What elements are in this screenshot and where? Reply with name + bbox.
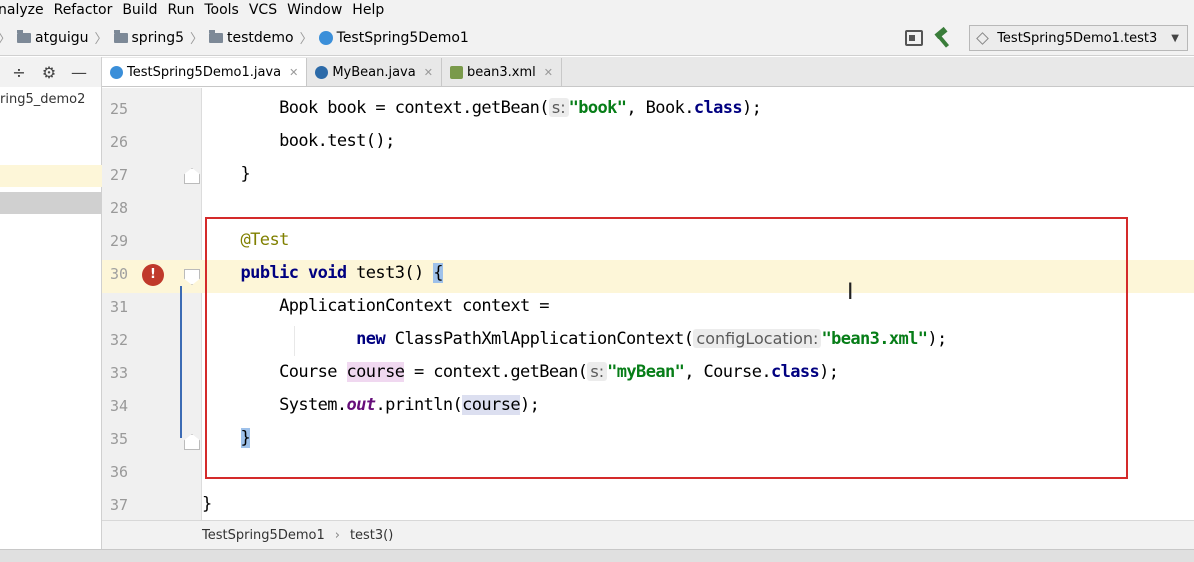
breadcrumb-class[interactable]: TestSpring5Demo1 <box>202 528 325 543</box>
line-number: 25 <box>110 100 129 118</box>
code-line-30: public void test3() { <box>240 263 443 283</box>
folder-icon <box>209 29 224 43</box>
menu-run[interactable]: Run <box>163 2 204 18</box>
line-number: 33 <box>110 364 129 382</box>
line-number: 35 <box>110 430 129 448</box>
nav-toolbar: TestSpring5Demo1.test3 ▼ <box>905 20 1194 56</box>
code-line-33: Course course = context.getBean(s: "myBea… <box>202 362 839 382</box>
code-line-25: Book book = context.getBean(s: "book", Bo… <box>202 98 762 118</box>
breadcrumb-separator: 〉 <box>0 28 11 47</box>
gear-icon[interactable]: ⚙ <box>38 63 60 82</box>
tab-testspring5demo1[interactable]: TestSpring5Demo1.java ✕ <box>102 58 308 86</box>
breadcrumb-label: spring5 <box>131 29 185 46</box>
menu-window[interactable]: Window <box>283 2 352 18</box>
line-number: 32 <box>110 331 129 349</box>
close-icon[interactable]: ✕ <box>544 66 553 79</box>
mouse-text-cursor-icon: I <box>847 280 854 305</box>
code-line-35: } <box>202 428 251 448</box>
project-panel: ring5_demo2 <box>0 87 102 549</box>
menu-build[interactable]: Build <box>118 2 167 18</box>
breadcrumb-spring5[interactable]: spring5 <box>113 29 185 46</box>
breadcrumb-label: TestSpring5Demo1 <box>336 29 469 46</box>
run-test-icon[interactable]: ! <box>142 264 164 286</box>
breadcrumb-method[interactable]: test3() <box>350 528 393 543</box>
line-number: 34 <box>110 397 129 415</box>
run-config-label: TestSpring5Demo1.test3 <box>997 30 1158 46</box>
fold-range-line <box>180 286 182 438</box>
menu-tools[interactable]: Tools <box>200 2 249 18</box>
editor-gutter: 25 26 27 28 29 30 31 32 33 34 35 36 37 ! <box>102 88 202 520</box>
tab-label: TestSpring5Demo1.java <box>127 64 282 80</box>
fold-end-icon[interactable] <box>184 434 200 450</box>
menu-refactor[interactable]: Refactor <box>50 2 123 18</box>
editor-breadcrumb: TestSpring5Demo1 › test3() <box>102 520 1194 549</box>
variable-usage-highlight: course <box>462 395 521 415</box>
menu-vcs[interactable]: VCS <box>245 2 287 18</box>
menu-help[interactable]: Help <box>348 2 394 18</box>
navigation-bar: 〉 atguigu 〉 spring5 〉 testdemo 〉 TestSpr… <box>0 20 1194 56</box>
project-panel-toolbar: ÷ ⚙ — <box>0 57 102 87</box>
code-editor[interactable]: Book book = context.getBean(s: "book", Bo… <box>202 88 1194 520</box>
project-highlight-row[interactable] <box>0 192 102 214</box>
line-number: 37 <box>110 496 129 514</box>
java-class-icon <box>315 65 329 79</box>
menu-bar: nalyze Refactor Build Run Tools VCS Wind… <box>0 0 1194 20</box>
tab-label: MyBean.java <box>332 64 416 80</box>
tab-mybean[interactable]: MyBean.java ✕ <box>307 58 442 86</box>
matched-brace: } <box>240 428 251 448</box>
close-icon[interactable]: ✕ <box>289 66 298 79</box>
code-line-27: } <box>202 164 251 184</box>
project-selected-row[interactable] <box>0 165 102 187</box>
chevron-down-icon: ▼ <box>1171 32 1179 44</box>
parameter-hint: s: <box>587 362 608 381</box>
project-root-item[interactable]: ring5_demo2 <box>0 92 85 107</box>
parameter-hint: configLocation: <box>693 329 822 348</box>
line-number: 29 <box>110 232 129 250</box>
line-number: 36 <box>110 463 129 481</box>
build-hammer-icon[interactable] <box>933 28 953 48</box>
breadcrumb-separator: 〉 <box>299 32 313 47</box>
tab-bean3-xml[interactable]: bean3.xml ✕ <box>442 58 562 86</box>
breadcrumb-separator: 〉 <box>190 32 204 47</box>
java-class-icon <box>110 65 123 79</box>
menu-analyze[interactable]: nalyze <box>0 2 54 18</box>
xml-file-icon <box>449 65 463 79</box>
close-icon[interactable]: ✕ <box>424 66 433 79</box>
class-icon <box>318 30 333 45</box>
breadcrumb-testspring5demo1[interactable]: TestSpring5Demo1 <box>318 29 469 46</box>
parameter-hint: s: <box>548 98 569 117</box>
code-line-31: ApplicationContext context = <box>202 296 549 316</box>
run-configuration-select[interactable]: TestSpring5Demo1.test3 ▼ <box>969 25 1188 51</box>
code-line-37: } <box>202 494 212 514</box>
breadcrumb-testdemo[interactable]: testdemo <box>209 29 294 46</box>
project-structure-icon[interactable] <box>905 30 924 46</box>
editor-tab-bar: TestSpring5Demo1.java ✕ MyBean.java ✕ be… <box>102 57 1194 87</box>
tab-label: bean3.xml <box>466 64 536 80</box>
collapse-all-icon[interactable]: ÷ <box>8 63 30 82</box>
line-number: 28 <box>110 199 129 217</box>
folder-icon <box>113 29 128 43</box>
breadcrumb-label: atguigu <box>35 29 89 46</box>
breadcrumb-separator: 〉 <box>94 32 108 47</box>
line-number: 27 <box>110 166 129 184</box>
breadcrumb-separator: › <box>334 527 340 543</box>
code-line-26: book.test(); <box>202 131 395 151</box>
fold-end-icon[interactable] <box>184 168 200 184</box>
code-line-32: new ClassPathXmlApplicationContext(confi… <box>356 329 947 349</box>
code-line-29: @Test <box>202 230 290 250</box>
line-number: 30 <box>110 265 129 283</box>
breadcrumb-atguigu[interactable]: atguigu <box>17 29 89 46</box>
code-line-34: System.out.println(course); <box>202 395 540 415</box>
matched-brace: { <box>433 263 443 283</box>
hide-panel-icon[interactable]: — <box>68 63 90 82</box>
line-number: 31 <box>110 298 129 316</box>
folder-icon <box>17 29 32 43</box>
status-bar <box>0 549 1194 562</box>
line-number: 26 <box>110 133 129 151</box>
run-config-icon <box>976 31 990 45</box>
variable-highlight: course <box>346 362 405 382</box>
breadcrumb-label: testdemo <box>227 29 294 46</box>
